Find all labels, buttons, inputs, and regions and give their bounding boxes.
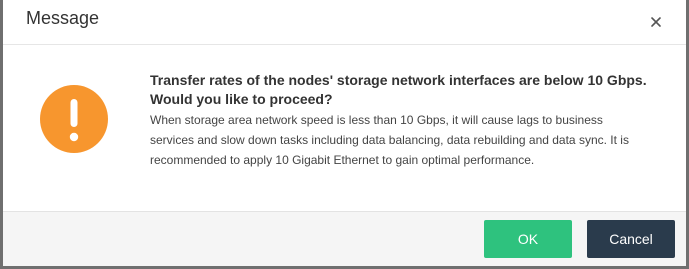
message-content: Transfer rates of the nodes' storage net…	[150, 71, 650, 170]
close-icon[interactable]	[648, 14, 664, 30]
dialog-footer: OK Cancel	[3, 211, 686, 266]
dialog-header: Message	[3, 0, 686, 45]
cancel-button[interactable]: Cancel	[587, 220, 675, 258]
ok-button[interactable]: OK	[484, 220, 572, 258]
warning-exclamation-icon	[40, 85, 108, 153]
message-description: When storage area network speed is less …	[150, 113, 629, 167]
dialog-body: Transfer rates of the nodes' storage net…	[3, 45, 686, 211]
dialog-title: Message	[26, 8, 100, 28]
message-headline: Transfer rates of the nodes' storage net…	[150, 72, 647, 107]
message-dialog: Message Transfer rates of the nodes' sto…	[3, 0, 686, 266]
